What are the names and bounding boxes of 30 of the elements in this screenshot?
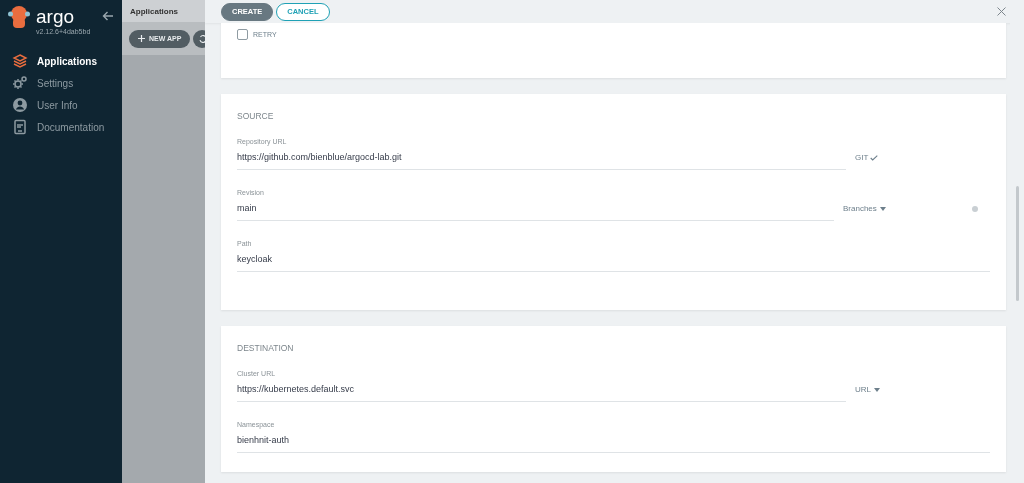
settings-icon [12,75,28,91]
scrollbar-thumb[interactable] [1015,186,1019,301]
plus-icon [138,35,145,42]
sync-button[interactable] [193,29,205,48]
document-icon [12,119,28,135]
sidebar-item[interactable]: User Info [0,94,122,116]
repo-type-label: GIT [855,153,869,162]
input-field[interactable]: keycloak [237,249,990,272]
logo-text: argo [36,7,76,27]
section-title: DESTINATION [237,342,295,355]
checkbox[interactable] [237,29,248,40]
section-title: SOURCE [237,110,275,123]
sidebar-item[interactable]: Applications [0,50,122,72]
user-icon [12,97,28,113]
sidebar-item[interactable]: Settings [0,72,122,94]
back-arrow-icon[interactable] [102,11,114,21]
logo-icon [8,4,30,30]
sidebar-item[interactable]: Documentation [0,116,122,138]
check-icon [870,154,879,161]
type-dropdown[interactable]: URL [855,385,880,394]
input-field[interactable]: bienhnit-auth [237,430,990,453]
caret-icon [879,206,886,211]
input-field[interactable]: https://github.com/bienblue/argocd-lab.git [237,147,846,170]
input-field[interactable]: https://kubernetes.default.svc [237,379,846,402]
page-title: Applications [130,6,178,16]
close-icon[interactable] [997,7,1006,16]
type-dropdown[interactable]: Branches [843,204,886,213]
caret-icon [874,387,880,392]
input-field[interactable]: main [237,198,834,221]
stack-icon [12,53,28,69]
